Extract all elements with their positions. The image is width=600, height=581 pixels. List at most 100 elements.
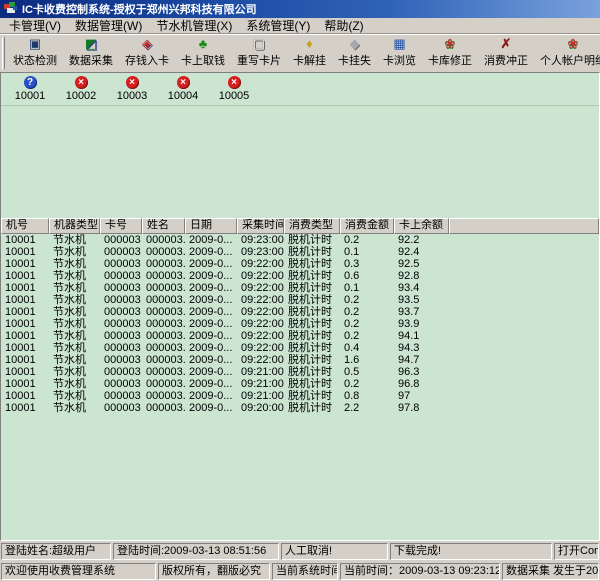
table-cell: 2009-0...: [185, 294, 237, 306]
toolbar-button[interactable]: 消费冲正: [479, 35, 533, 70]
toolbar-grip[interactable]: [2, 37, 5, 69]
table-cell: 92.5: [394, 258, 449, 270]
table-header-cell[interactable]: 日期: [185, 218, 237, 234]
table-row[interactable]: 10001 节水机 000003 000003... 2009-0... 09:…: [1, 378, 599, 390]
table-cell: 10001: [1, 366, 49, 378]
table-row[interactable]: 10001 节水机 000003 000003... 2009-0... 09:…: [1, 246, 599, 258]
table-cell: 10001: [1, 270, 49, 282]
table-cell: 0.3: [340, 258, 394, 270]
menu-item[interactable]: 数据管理(W): [68, 16, 149, 35]
machine-indicator[interactable]: 10002: [62, 76, 100, 102]
machine-indicator[interactable]: 10003: [113, 76, 151, 102]
table-cell: 000003...: [142, 294, 185, 306]
table-cell: 09:22:00: [237, 282, 284, 294]
table-cell: 节水机: [49, 282, 100, 294]
menu-bar: 卡管理(V)数据管理(W)节水机管理(X)系统管理(Y)帮助(Z): [0, 18, 600, 34]
toolbar-button[interactable]: 卡解挂: [288, 35, 331, 70]
table-cell: 96.3: [394, 366, 449, 378]
table-row[interactable]: 10001 节水机 000003 000003... 2009-0... 09:…: [1, 330, 599, 342]
table-body: 10001 节水机 000003 000003... 2009-0... 09:…: [1, 234, 599, 414]
table-row[interactable]: 10001 节水机 000003 000003... 2009-0... 09:…: [1, 318, 599, 330]
table-header-cell[interactable]: [449, 218, 599, 234]
table-cell: 节水机: [49, 402, 100, 414]
table-row[interactable]: 10001 节水机 000003 000003... 2009-0... 09:…: [1, 294, 599, 306]
table-cell: 2009-0...: [185, 258, 237, 270]
table-cell: 节水机: [49, 246, 100, 258]
toolbar-button[interactable]: 数据采集: [64, 35, 118, 70]
machine-indicator[interactable]: 10004: [164, 76, 202, 102]
table-header-cell[interactable]: 消费类型: [284, 218, 340, 234]
toolbar-button-icon: [442, 36, 458, 52]
table-cell: 节水机: [49, 354, 100, 366]
table-cell: 97: [394, 390, 449, 402]
table-cell: 09:22:00: [237, 270, 284, 282]
toolbar-button[interactable]: 卡挂失: [333, 35, 376, 70]
table-cell: 94.3: [394, 342, 449, 354]
table-cell: 节水机: [49, 306, 100, 318]
table-cell: 0.2: [340, 318, 394, 330]
table-cell: 000003...: [142, 306, 185, 318]
table-cell: 脱机计时: [284, 234, 340, 246]
table-row[interactable]: 10001 节水机 000003 000003... 2009-0... 09:…: [1, 354, 599, 366]
machine-status-icon: [24, 76, 37, 89]
table-row[interactable]: 10001 节水机 000003 000003... 2009-0... 09:…: [1, 306, 599, 318]
menu-item[interactable]: 卡管理(V): [2, 16, 68, 35]
table-cell: 0.2: [340, 378, 394, 390]
toolbar-button-label: 消费冲正: [484, 52, 528, 68]
table-cell: 000003...: [142, 258, 185, 270]
table-cell: 0.4: [340, 342, 394, 354]
table-row[interactable]: 10001 节水机 000003 000003... 2009-0... 09:…: [1, 366, 599, 378]
machine-indicator[interactable]: 10001: [11, 76, 49, 102]
table-row[interactable]: 10001 节水机 000003 000003... 2009-0... 09:…: [1, 402, 599, 414]
table-row[interactable]: 10001 节水机 000003 000003... 2009-0... 09:…: [1, 390, 599, 402]
app-icon: [4, 2, 18, 16]
toolbar-button[interactable]: 存钱入卡: [120, 35, 174, 70]
status-panel: 人工取消!: [281, 543, 388, 560]
table-row[interactable]: 10001 节水机 000003 000003... 2009-0... 09:…: [1, 270, 599, 282]
toolbar-button[interactable]: 卡库修正: [423, 35, 477, 70]
toolbar-button-icon: [498, 36, 514, 52]
table-header-cell[interactable]: 采集时间: [237, 218, 284, 234]
table-header-cell[interactable]: 机器类型: [49, 218, 100, 234]
toolbar-button-icon: [195, 36, 211, 52]
table-row[interactable]: 10001 节水机 000003 000003... 2009-0... 09:…: [1, 234, 599, 246]
machine-indicator[interactable]: 10005: [215, 76, 253, 102]
table-cell: 节水机: [49, 234, 100, 246]
table-cell: 000003...: [142, 378, 185, 390]
table-cell: 93.7: [394, 306, 449, 318]
toolbar-button-label: 卡上取钱: [181, 52, 225, 68]
menu-item[interactable]: 系统管理(Y): [239, 16, 317, 35]
status-panel: 下载完成!: [390, 543, 552, 560]
status-bar-row2: 欢迎使用收费管理系统版权所有，翻版必究当前系统时间当前时间：2009-03-13…: [0, 561, 600, 581]
toolbar-button[interactable]: 卡上取钱: [176, 35, 230, 70]
table-cell: 000003: [100, 282, 142, 294]
table-cell: 2009-0...: [185, 354, 237, 366]
table-header-cell[interactable]: 姓名: [142, 218, 185, 234]
table-cell: 节水机: [49, 366, 100, 378]
machine-status-icon: [177, 76, 190, 89]
table-header-cell[interactable]: 卡上余额: [394, 218, 449, 234]
table-cell: 000003: [100, 342, 142, 354]
machine-id: 10001: [15, 90, 46, 102]
table-cell: 000003...: [142, 402, 185, 414]
toolbar-button[interactable]: 卡浏览: [378, 35, 421, 70]
toolbar-button[interactable]: 个人帐户明细: [535, 35, 600, 70]
window-title: IC卡收费控制系统-授权于郑州兴邦科技有限公司: [22, 1, 257, 17]
records-table: 机号机器类型卡号姓名日期采集时间消费类型消费金额卡上余额 10001 节水机 0…: [1, 218, 599, 414]
table-header-cell[interactable]: 卡号: [100, 218, 142, 234]
table-header-cell[interactable]: 消费金额: [340, 218, 394, 234]
table-row[interactable]: 10001 节水机 000003 000003... 2009-0... 09:…: [1, 258, 599, 270]
machine-id: 10002: [66, 90, 97, 102]
menu-item[interactable]: 节水机管理(X): [149, 16, 239, 35]
table-row[interactable]: 10001 节水机 000003 000003... 2009-0... 09:…: [1, 282, 599, 294]
table-header-cell[interactable]: 机号: [1, 218, 49, 234]
toolbar-button[interactable]: 状态检测: [8, 35, 62, 70]
status-panel: 登陆时间:2009-03-13 08:51:56: [113, 543, 279, 560]
toolbar-button[interactable]: 重写卡片: [232, 35, 286, 70]
table-cell: 000003...: [142, 366, 185, 378]
table-cell: 09:22:00: [237, 330, 284, 342]
machine-status-icon: [228, 76, 241, 89]
menu-item[interactable]: 帮助(Z): [317, 16, 370, 35]
table-row[interactable]: 10001 节水机 000003 000003... 2009-0... 09:…: [1, 342, 599, 354]
table-cell: 脱机计时: [284, 390, 340, 402]
